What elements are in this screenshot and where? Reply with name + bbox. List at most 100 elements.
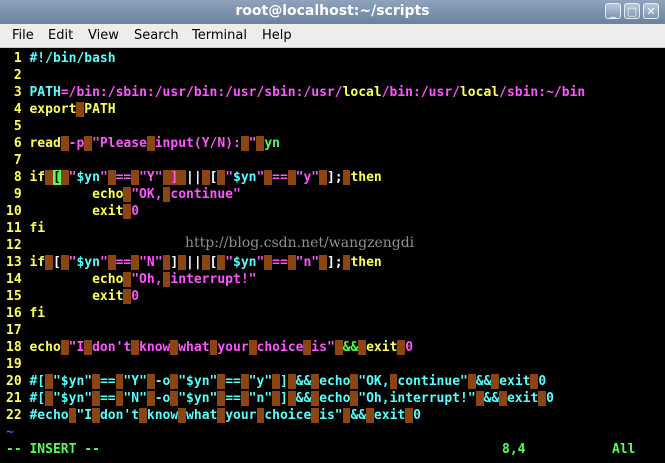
code-token: if [29,170,46,185]
code-token: -o [154,374,171,389]
line-number: 8 [6,170,30,185]
whitespace-highlight [107,255,116,270]
code-token: echo [319,374,351,389]
whitespace-highlight [60,136,69,151]
code-token: what [186,408,218,423]
title-bar[interactable]: root@localhost:~/scripts _ □ ✕ [0,0,665,24]
whitespace-highlight [319,170,327,185]
maximize-icon[interactable]: □ [624,3,640,19]
code-token: exit [373,408,406,423]
code-token: 0 [131,289,140,304]
code-token: || [186,255,202,270]
code-line: 19 [6,356,29,373]
code-token: " [225,170,234,185]
code-token: read [29,136,61,151]
minimize-icon[interactable]: _ [605,3,621,19]
whitespace-highlight [491,374,500,389]
whitespace-highlight [311,408,320,423]
code-token: export [29,102,77,117]
menu-terminal[interactable]: Terminal [192,28,247,43]
line-number: 12 [6,238,30,253]
whitespace-highlight [131,255,140,270]
line-number: 16 [6,306,30,321]
line-number: 10 [6,204,30,219]
menu-view[interactable]: View [88,28,119,43]
whitespace-highlight [366,408,374,423]
menu-edit[interactable]: Edit [48,28,73,43]
code-token: "Oh, [131,272,163,287]
code-token: 0 [131,204,140,219]
close-icon[interactable]: ✕ [643,3,659,19]
code-token: "$yn" [52,374,93,389]
code-line: 11 fi [6,220,45,237]
code-line: 7 [6,152,29,169]
code-token: ]; [326,255,343,270]
whitespace-highlight [45,374,53,389]
code-line: 20 #[ "$yn" == "Y" -o "$yn" == "y" ] && … [6,373,546,390]
code-token: exit [499,374,531,389]
whitespace-highlight [60,170,69,185]
code-token: yn [264,136,280,151]
code-token: "Please [92,136,147,151]
code-token: == [272,170,288,185]
whitespace-highlight [240,374,249,389]
line-number: 13 [6,255,30,270]
code-token: interrupt!" [170,272,257,287]
whitespace-highlight [178,408,187,423]
code-token: /bin:/usr/ [381,85,460,100]
code-token: "Oh,interrupt!" [358,391,476,406]
code-token: -p [68,136,85,151]
whitespace-highlight [146,374,155,389]
line-number: 11 [6,221,30,236]
code-token: 0 [413,408,421,423]
whitespace-highlight [311,374,320,389]
menu-help[interactable]: Help [262,28,292,43]
code-token: know [146,408,179,423]
line-number: 1 [6,51,30,66]
line-number: 5 [6,119,30,134]
menu-file[interactable]: File [12,28,34,43]
whitespace-highlight [240,391,249,406]
code-token: "n" [248,391,273,406]
code-token: || [186,170,202,185]
whitespace-highlight [287,391,296,406]
code-token: your [225,408,257,423]
code-line: 18 echo "I don't know what your choice i… [6,339,413,356]
menu-search[interactable]: Search [134,28,179,43]
code-token: if [29,255,46,270]
whitespace-highlight [240,136,249,151]
whitespace-highlight [60,340,69,355]
whitespace-highlight [264,255,273,270]
whitespace-highlight [264,170,273,185]
whitespace-highlight [248,340,257,355]
code-line: 4 export PATH [6,101,116,118]
editor-area[interactable]: 1 #!/bin/bash 2 3 PATH=/bin:/sbin:/usr/b… [6,48,661,461]
code-token: #!/bin/bash [29,51,116,66]
code-token: local [342,85,382,100]
whitespace-highlight [217,408,226,423]
code-token: && [350,408,367,423]
code-token: ]; [326,170,343,185]
code-token: ] [279,391,288,406]
code-token: "$yn" [52,391,93,406]
code-token: fi [29,221,46,236]
code-token: "N" [139,255,163,270]
whitespace-highlight [358,340,367,355]
terminal-window: root@localhost:~/scripts _ □ ✕ File Edit… [0,0,665,463]
code-token: && [475,374,492,389]
whitespace-highlight [319,255,327,270]
whitespace-highlight [475,391,484,406]
code-line: 17 [6,322,29,339]
whitespace-highlight [405,408,414,423]
code-line: 16 fi [6,305,45,322]
code-line: 1 #!/bin/bash [6,50,116,67]
line-number: 2 [6,68,30,83]
code-line: 14 echo "Oh, interrupt!" [6,271,256,288]
code-line: 5 [6,118,29,135]
code-token: exit [29,289,124,304]
code-token: exit [506,391,539,406]
code-token: is" [311,340,335,355]
code-token: "$yn" [178,374,218,389]
code-token: "y" [248,374,273,389]
code-token: "I [68,340,85,355]
